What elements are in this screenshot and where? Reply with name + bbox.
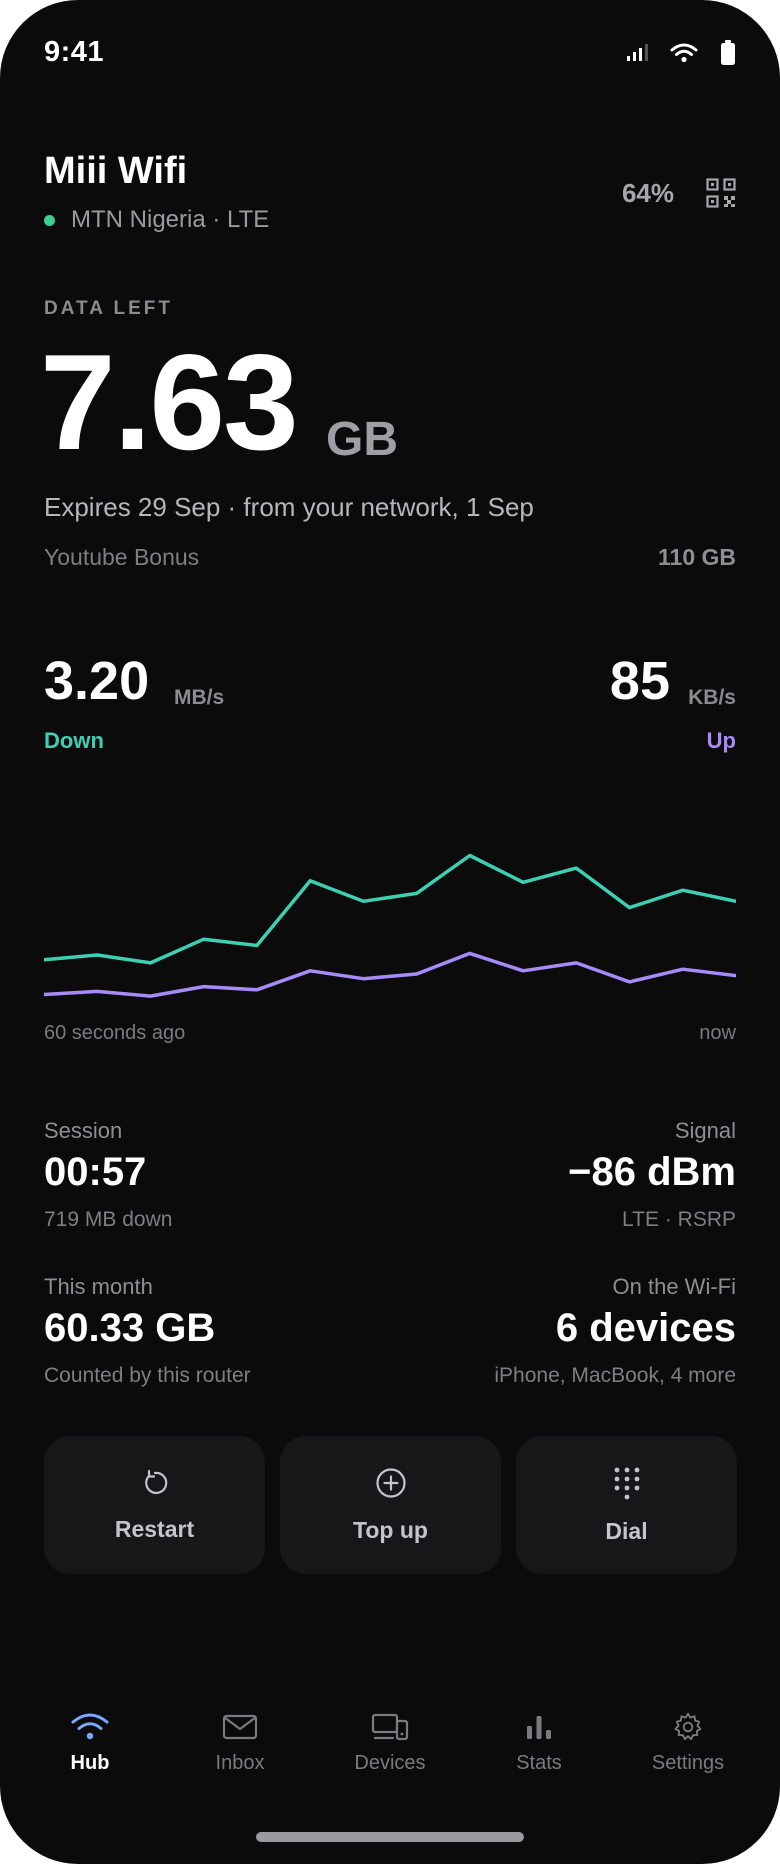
status-icons [626, 40, 736, 66]
bar-chart-icon [527, 1716, 551, 1739]
wifi-clients-sub: iPhone, MacBook, 4 more [494, 1364, 736, 1387]
battery-icon [721, 40, 735, 65]
data-left-label: DATA LEFT [44, 298, 174, 319]
tab-stats-label: Stats [516, 1752, 562, 1774]
tab-devices[interactable]: Devices [335, 1712, 445, 1775]
month-usage-label: This month [44, 1274, 153, 1299]
carrier-info: MTN Nigeria · LTE [44, 206, 269, 234]
bonus-label: Youtube Bonus [44, 544, 200, 570]
download-speed-value: 3.20 [44, 651, 150, 711]
data-left-unit: GB [326, 413, 398, 466]
expiry-text: Expires 29 Sep · from your network, 1 Se… [44, 492, 534, 522]
plus-circle-icon [375, 1467, 406, 1498]
status-time: 9:41 [44, 36, 105, 68]
restart-icon [144, 1469, 167, 1494]
mail-icon [222, 1714, 258, 1740]
upload-label: Up [706, 728, 736, 753]
tab-hub-label: Hub [70, 1752, 110, 1774]
tab-devices-label: Devices [354, 1752, 426, 1774]
tab-hub[interactable]: Hub [35, 1712, 145, 1775]
restart-button[interactable]: Restart [44, 1436, 265, 1574]
wifi-clients-label: On the Wi-Fi [612, 1274, 736, 1299]
data-left-value: 7.63 [40, 326, 299, 478]
dial-label: Dial [605, 1517, 648, 1544]
gear-icon [674, 1712, 702, 1740]
download-label: Down [44, 728, 104, 753]
devices-icon [371, 1713, 409, 1741]
month-usage-value: 60.33 GB [44, 1306, 216, 1350]
tab-stats[interactable]: Stats [484, 1712, 594, 1775]
upload-speed-unit: KB/s [688, 686, 736, 709]
wifi-icon [670, 43, 698, 63]
speed-chart [44, 853, 736, 998]
wifi-hub-icon [71, 1713, 109, 1740]
home-indicator [256, 1832, 524, 1842]
restart-label: Restart [114, 1515, 195, 1542]
tab-inbox[interactable]: Inbox [185, 1712, 295, 1775]
chart-series-up-line [44, 951, 736, 998]
tab-settings[interactable]: Settings [633, 1712, 743, 1775]
dialpad-icon [614, 1467, 639, 1499]
tab-settings-label: Settings [651, 1752, 725, 1774]
signal-value: −86 dBm [568, 1150, 736, 1194]
session-label: Session [44, 1118, 123, 1143]
signal-label: Signal [674, 1118, 736, 1143]
cellular-signal-icon [627, 44, 648, 61]
chart-series-down-line [44, 853, 736, 965]
top-up-label: Top up [353, 1516, 428, 1543]
online-status-dot [44, 214, 55, 226]
app-screen: 9:41 Miii Wifi MTN Nigeria · LTE 64% DAT… [0, 0, 780, 1864]
qr-code-icon[interactable] [706, 178, 736, 208]
top-up-button[interactable]: Top up [280, 1436, 501, 1574]
chart-start-label: 60 seconds ago [44, 1022, 186, 1044]
network-name: Miii Wifi [44, 150, 188, 192]
signal-sub: LTE · RSRP [622, 1208, 736, 1231]
carrier-text: MTN Nigeria · LTE [71, 206, 270, 233]
session-value: 00:57 [44, 1150, 147, 1194]
session-sub: 719 MB down [44, 1208, 173, 1231]
dial-button[interactable]: Dial [516, 1436, 737, 1574]
month-usage-sub: Counted by this router [44, 1364, 251, 1387]
tab-inbox-label: Inbox [215, 1752, 265, 1774]
chart-end-label: now [699, 1022, 736, 1044]
download-speed-unit: MB/s [174, 686, 225, 709]
upload-speed-value: 85 [609, 651, 670, 711]
wifi-clients-value[interactable]: 6 devices [556, 1306, 736, 1351]
router-battery: 64% [621, 178, 674, 208]
bonus-value: 110 GB [658, 544, 736, 570]
